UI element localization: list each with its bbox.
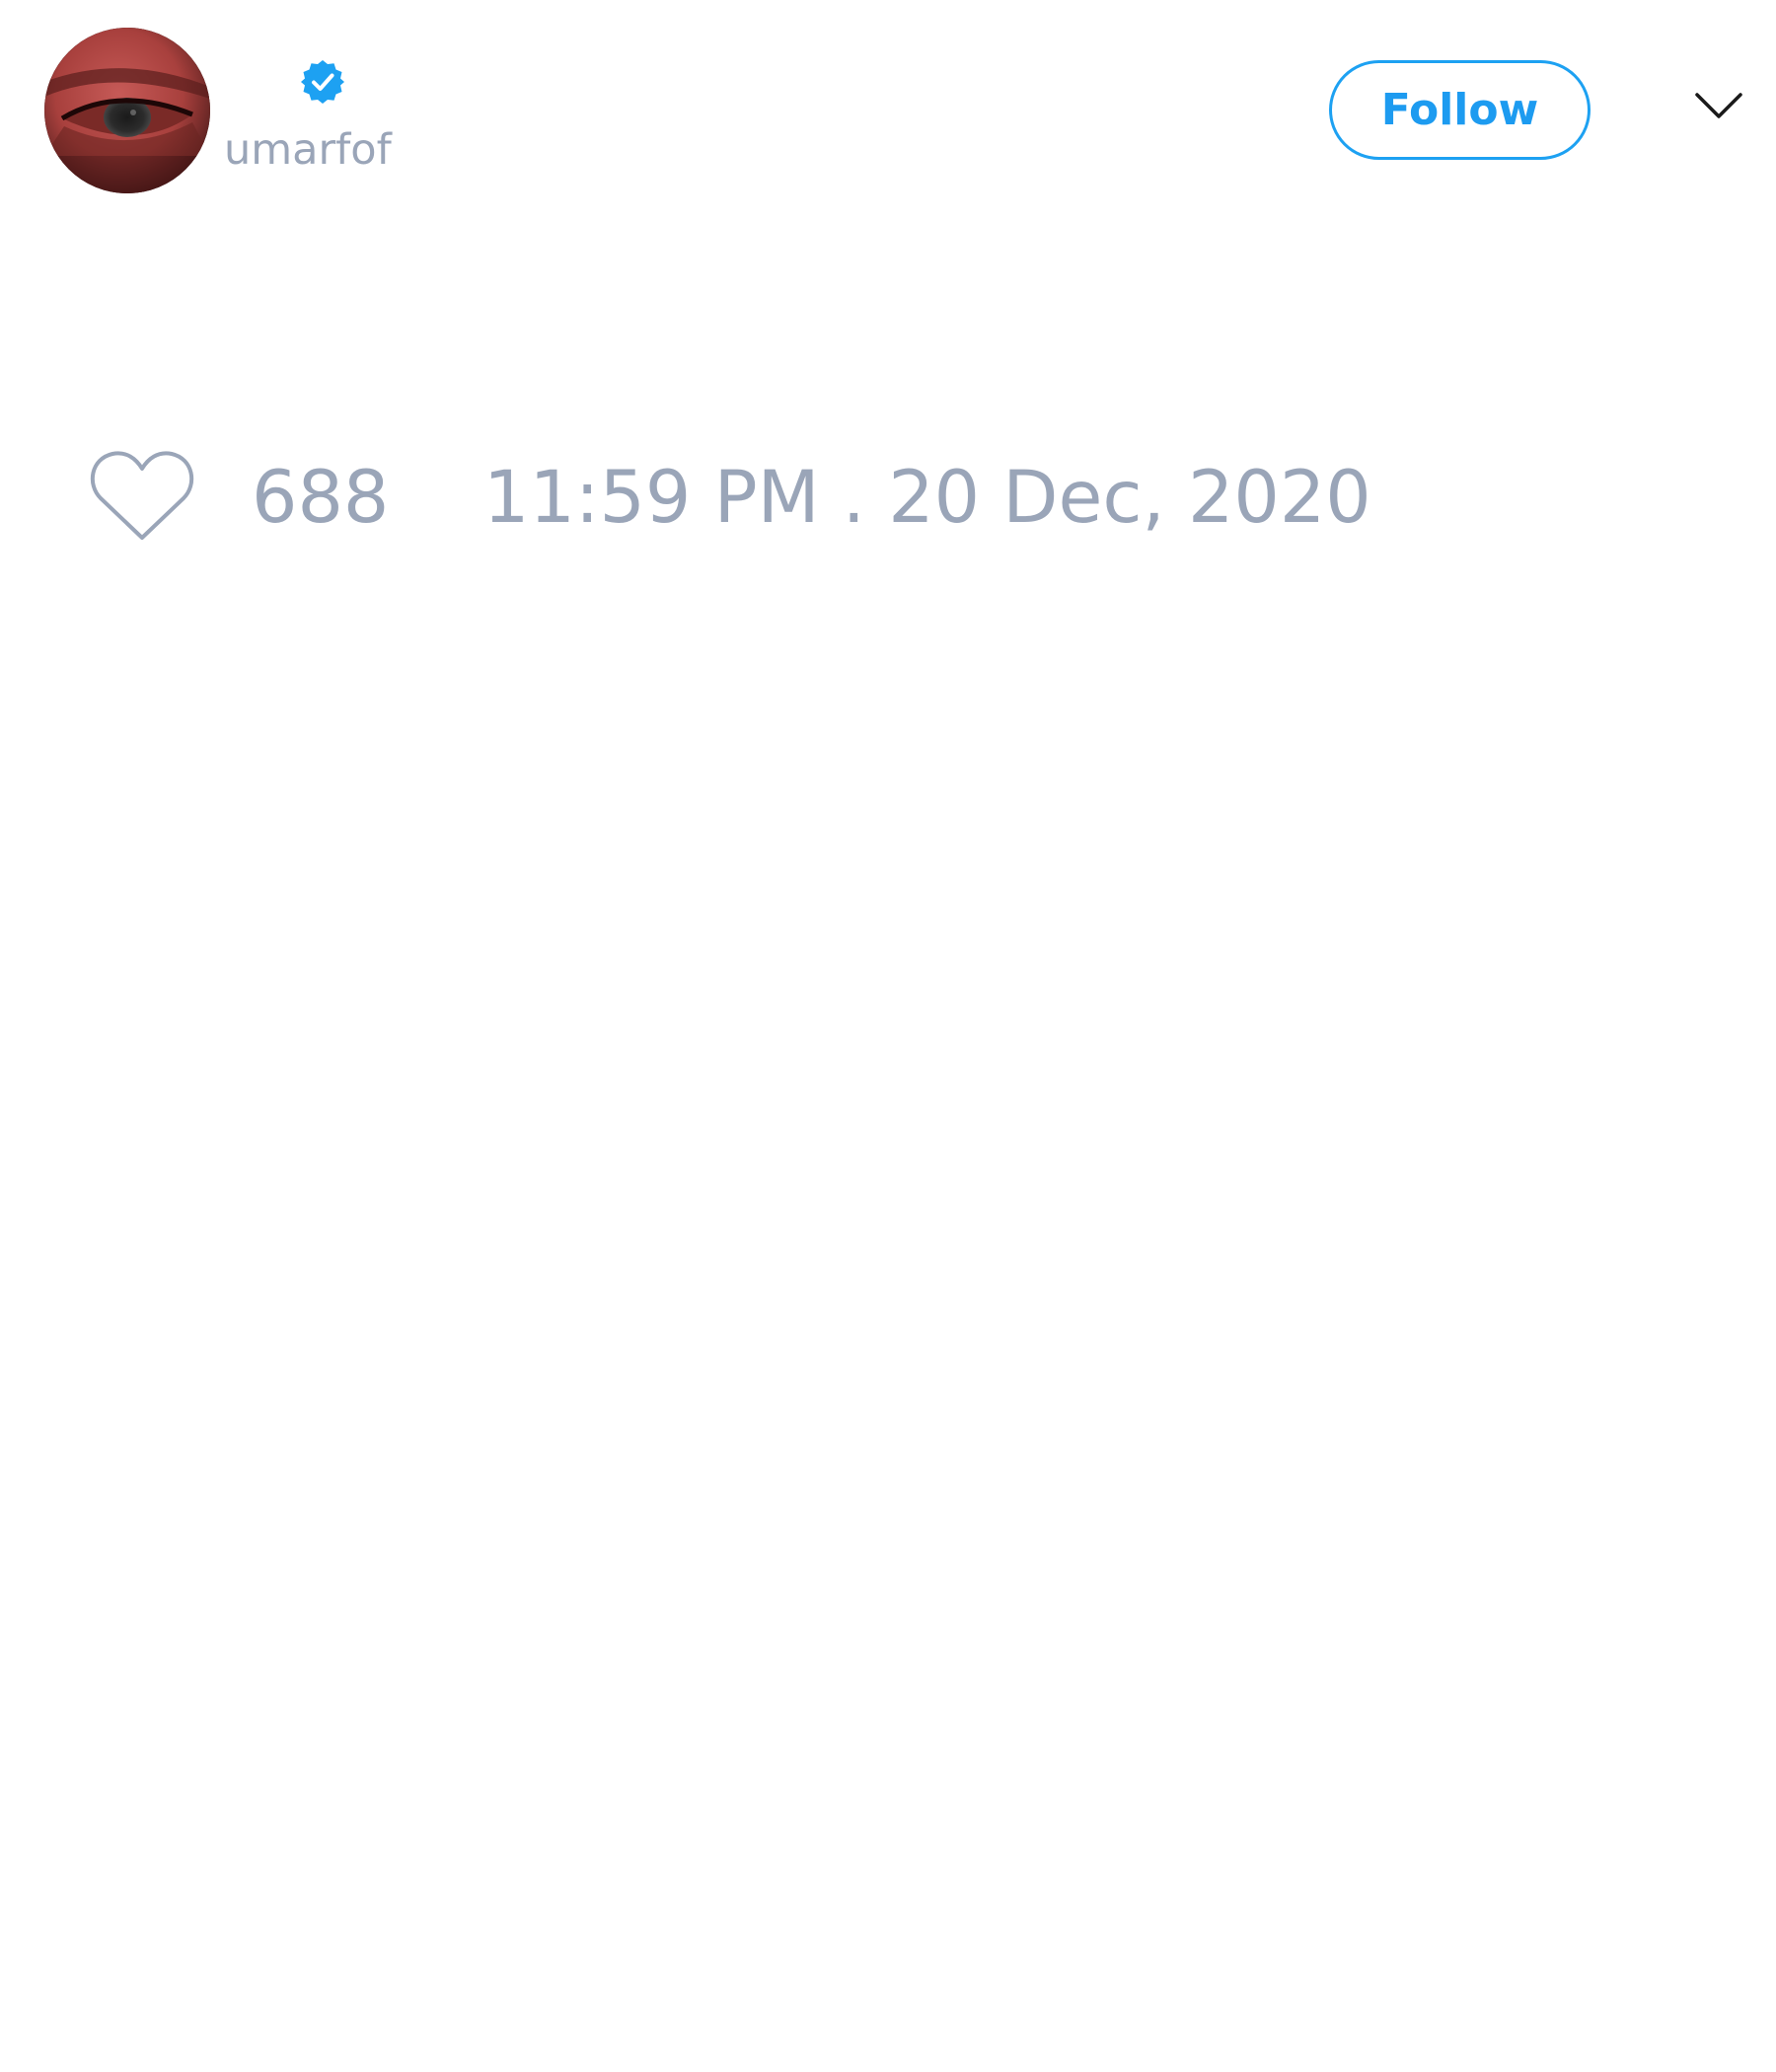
chevron-down-icon[interactable] xyxy=(1694,91,1743,120)
tweet-timestamp[interactable]: 11:59 PM . 20 Dec, 2020 xyxy=(483,456,1371,541)
follow-button[interactable]: Follow xyxy=(1329,60,1591,160)
like-count: 688 xyxy=(252,456,390,540)
heart-icon[interactable] xyxy=(89,449,195,543)
author-handle[interactable]: umarfof xyxy=(224,122,392,178)
verified-badge-icon xyxy=(299,58,346,106)
tweet-card: umarfof Follow 688 11:59 PM . 20 Dec, 20… xyxy=(0,0,1776,2072)
avatar[interactable] xyxy=(44,28,210,193)
avatar-image xyxy=(44,28,210,193)
